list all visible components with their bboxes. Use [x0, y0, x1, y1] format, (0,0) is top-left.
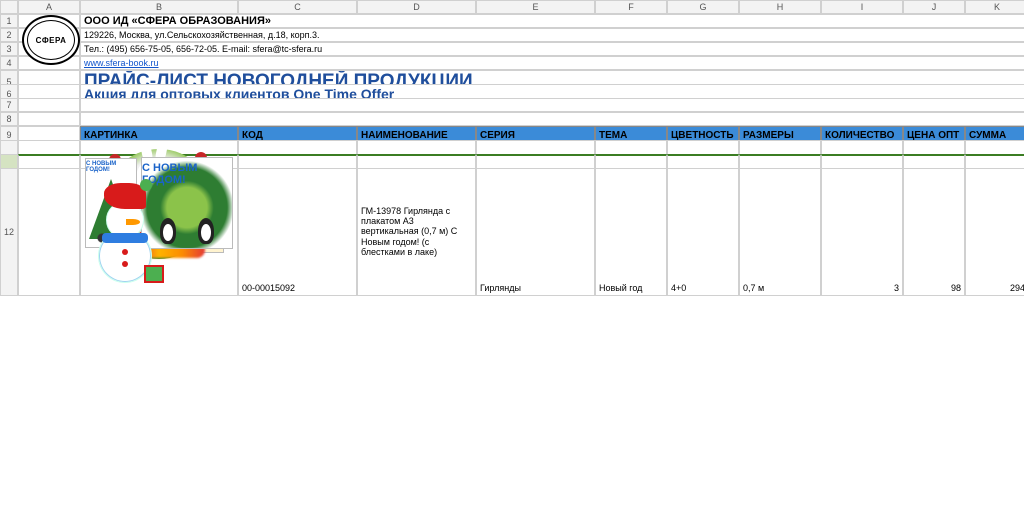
penguin-small-text: С НОВЫМ ГОДОМ! — [86, 161, 136, 173]
cell-code-12[interactable]: 00-00015092 — [238, 168, 357, 296]
cell-theme-12[interactable]: Новый год — [595, 168, 667, 296]
row-3-head[interactable]: 3 — [0, 42, 18, 56]
select-all-corner[interactable] — [0, 0, 18, 14]
cell-A8[interactable] — [18, 112, 80, 126]
col-F[interactable]: F — [595, 0, 667, 14]
company-name: ООО ИД «СФЕРА ОБРАЗОВАНИЯ» — [80, 14, 1024, 28]
row-2-head[interactable]: 2 — [0, 28, 18, 42]
cell-sum-12[interactable]: 294 — [965, 168, 1024, 296]
cell-B7[interactable] — [80, 98, 1024, 112]
cell-B8[interactable] — [80, 112, 1024, 126]
row-7-head[interactable]: 7 — [0, 98, 18, 112]
col-A[interactable]: A — [18, 0, 80, 14]
cell-qty-12[interactable]: 3 — [821, 168, 903, 296]
spreadsheet-grid: A B C D E F G H I J K 1 ООО ИД «СФЕРА ОБ… — [0, 0, 1024, 182]
company-address: 129226, Москва, ул.Сельскохозяйственная,… — [80, 28, 1024, 42]
cell-series-12[interactable]: Гирлянды — [476, 168, 595, 296]
logo-text: СФЕРА — [36, 36, 67, 45]
col-G[interactable]: G — [667, 0, 739, 14]
col-H[interactable]: H — [739, 0, 821, 14]
col-E[interactable]: E — [476, 0, 595, 14]
cell-price-12[interactable]: 98 — [903, 168, 965, 296]
company-logo: СФЕРА — [22, 15, 80, 65]
cell-size-12[interactable]: 0,7 м — [739, 168, 821, 296]
col-B[interactable]: B — [80, 0, 238, 14]
company-url[interactable]: www.sfera-book.ru — [80, 56, 1024, 70]
company-phone: Тел.: (495) 656-75-05, 656-72-05. E-mail… — [80, 42, 1024, 56]
col-D[interactable]: D — [357, 0, 476, 14]
cell-name-12[interactable]: ГМ-13978 Гирлянда с плакатом А3 вертикал… — [357, 168, 476, 296]
col-C[interactable]: C — [238, 0, 357, 14]
col-I[interactable]: I — [821, 0, 903, 14]
row-8-head[interactable]: 8 — [0, 112, 18, 126]
row-12-head[interactable]: 12 — [0, 168, 18, 296]
cell-A7[interactable] — [18, 98, 80, 112]
col-K[interactable]: K — [965, 0, 1024, 14]
row-4-head[interactable]: 4 — [0, 56, 18, 70]
row-1-head[interactable]: 1 — [0, 14, 18, 28]
col-J[interactable]: J — [903, 0, 965, 14]
cell-color-12[interactable]: 4+0 — [667, 168, 739, 296]
cell-A12[interactable] — [18, 168, 80, 296]
